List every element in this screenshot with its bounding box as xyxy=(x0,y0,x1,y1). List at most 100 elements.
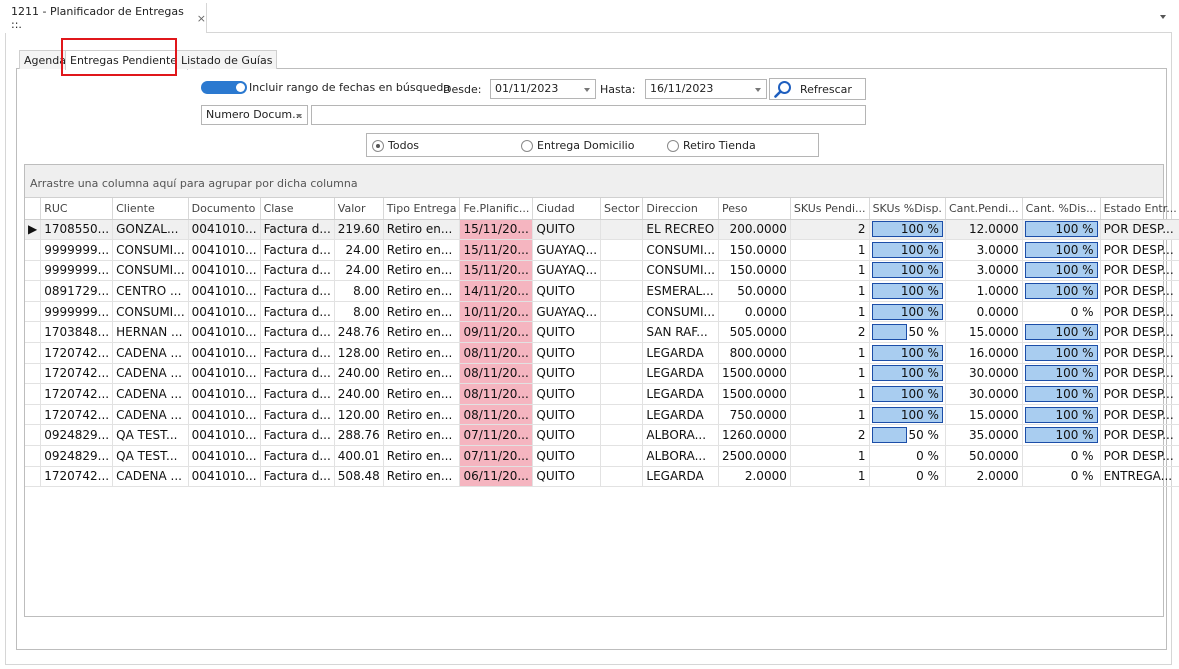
cell-ciudad[interactable]: GUAYAQ... xyxy=(532,239,602,261)
cell-cant-disp[interactable]: 100 % xyxy=(1022,260,1101,282)
cell-cant-pendiente[interactable]: 3.0000 xyxy=(945,239,1023,261)
table-row[interactable]: 0891729... CENTRO ... 0041010... Factura d.… xyxy=(25,280,1179,302)
cell-tipo-entrega[interactable]: Retiro en... xyxy=(383,260,461,282)
tab-entregas-pendientes[interactable]: Entregas Pendientes xyxy=(65,50,188,70)
search-field-select[interactable]: Numero Docum... xyxy=(201,105,308,125)
cell-tipo-entrega[interactable]: Retiro en... xyxy=(383,321,461,344)
cell-valor[interactable]: 240.00 xyxy=(334,383,384,405)
cell-sector[interactable] xyxy=(600,466,644,488)
cell-cant-disp[interactable]: 0 % xyxy=(1022,466,1101,488)
row-indicator[interactable] xyxy=(25,301,42,323)
column-header-ruc[interactable]: RUC xyxy=(40,198,114,220)
cell-skus-disp[interactable]: 100 % xyxy=(869,219,946,241)
cell-cliente[interactable]: CADENA ... xyxy=(112,404,189,426)
cell-clase[interactable]: Factura d... xyxy=(260,424,335,447)
radio-retiro-tienda[interactable]: Retiro Tienda xyxy=(667,139,756,152)
radio-entrega-domicilio[interactable]: Entrega Domicilio xyxy=(521,139,634,152)
cell-valor[interactable]: 240.00 xyxy=(334,363,384,385)
cell-documento[interactable]: 0041010... xyxy=(188,280,261,302)
table-row[interactable]: 1720742... CADENA ... 0041010... Factura d.… xyxy=(25,383,1179,405)
row-indicator[interactable] xyxy=(25,466,42,488)
cell-skus-pendientes[interactable]: 1 xyxy=(790,466,870,488)
cell-cliente[interactable]: CONSUMI... xyxy=(112,239,189,261)
table-row[interactable]: 1720742... CADENA ... 0041010... Factura d.… xyxy=(25,404,1179,426)
cell-estado-entrega[interactable]: POR DESP... xyxy=(1100,424,1179,447)
cell-cant-disp[interactable]: 100 % xyxy=(1022,363,1101,385)
desde-date-picker[interactable]: 01/11/2023 xyxy=(490,79,596,99)
cell-sector[interactable] xyxy=(600,321,644,344)
document-tab[interactable]: 1211 - Planificador de Entregas ::. × xyxy=(5,3,207,33)
row-indicator[interactable] xyxy=(25,260,42,282)
cell-peso[interactable]: 50.0000 xyxy=(718,280,791,302)
cell-sector[interactable] xyxy=(600,342,644,364)
cell-peso[interactable]: 2500.0000 xyxy=(718,445,791,467)
cell-skus-disp[interactable]: 0 % xyxy=(869,445,946,467)
cell-sector[interactable] xyxy=(600,445,644,467)
cell-fe-planificada[interactable]: 08/11/20... xyxy=(459,363,534,385)
row-indicator[interactable] xyxy=(25,404,42,426)
cell-ciudad[interactable]: QUITO xyxy=(532,424,602,447)
cell-cliente[interactable]: CADENA ... xyxy=(112,342,189,364)
cell-documento[interactable]: 0041010... xyxy=(188,301,261,323)
cell-cant-pendiente[interactable]: 15.0000 xyxy=(945,404,1023,426)
cell-direccion[interactable]: LEGARDA xyxy=(642,342,719,364)
cell-skus-disp[interactable]: 100 % xyxy=(869,363,946,385)
row-indicator[interactable] xyxy=(25,342,42,364)
cell-cliente[interactable]: CADENA ... xyxy=(112,383,189,405)
cell-valor[interactable]: 288.76 xyxy=(334,424,384,447)
cell-tipo-entrega[interactable]: Retiro en... xyxy=(383,363,461,385)
cell-cant-disp[interactable]: 100 % xyxy=(1022,321,1101,344)
row-indicator[interactable] xyxy=(25,280,42,302)
cell-cant-disp[interactable]: 0 % xyxy=(1022,445,1101,467)
cell-sector[interactable] xyxy=(600,219,644,241)
cell-estado-entrega[interactable]: POR DESP... xyxy=(1100,445,1179,467)
cell-documento[interactable]: 0041010... xyxy=(188,404,261,426)
table-row[interactable]: 1720742... CADENA ... 0041010... Factura d.… xyxy=(25,342,1179,364)
cell-skus-disp[interactable]: 100 % xyxy=(869,342,946,364)
cell-skus-disp[interactable]: 100 % xyxy=(869,404,946,426)
cell-direccion[interactable]: ESMERAL... xyxy=(642,280,719,302)
cell-estado-entrega[interactable]: POR DESP... xyxy=(1100,363,1179,385)
cell-skus-pendientes[interactable]: 1 xyxy=(790,301,870,323)
table-row[interactable]: 0924829... QA TEST... 0041010... Factura d.… xyxy=(25,445,1179,467)
cell-peso[interactable]: 150.0000 xyxy=(718,239,791,261)
cell-valor[interactable]: 120.00 xyxy=(334,404,384,426)
cell-cant-disp[interactable]: 100 % xyxy=(1022,239,1101,261)
cell-estado-entrega[interactable]: POR DESP... xyxy=(1100,239,1179,261)
cell-ciudad[interactable]: QUITO xyxy=(532,363,602,385)
cell-cant-pendiente[interactable]: 30.0000 xyxy=(945,363,1023,385)
cell-ciudad[interactable]: QUITO xyxy=(532,404,602,426)
row-indicator[interactable] xyxy=(25,321,42,344)
radio-todos[interactable]: Todos xyxy=(372,139,419,152)
cell-fe-planificada[interactable]: 15/11/20... xyxy=(459,219,534,241)
cell-clase[interactable]: Factura d... xyxy=(260,466,335,488)
cell-documento[interactable]: 0041010... xyxy=(188,260,261,282)
row-indicator[interactable] xyxy=(25,363,42,385)
cell-documento[interactable]: 0041010... xyxy=(188,383,261,405)
cell-tipo-entrega[interactable]: Retiro en... xyxy=(383,404,461,426)
table-row[interactable]: 9999999... CONSUMI... 0041010... Factura d.… xyxy=(25,301,1179,323)
cell-direccion[interactable]: ALBORA... xyxy=(642,424,719,447)
cell-valor[interactable]: 248.76 xyxy=(334,321,384,344)
cell-peso[interactable]: 800.0000 xyxy=(718,342,791,364)
cell-peso[interactable]: 750.0000 xyxy=(718,404,791,426)
cell-cant-disp[interactable]: 100 % xyxy=(1022,424,1101,447)
column-header-sector[interactable]: Sector xyxy=(600,198,644,220)
cell-valor[interactable]: 8.00 xyxy=(334,301,384,323)
tab-listado-guias[interactable]: Listado de Guías xyxy=(176,50,278,69)
cell-ruc[interactable]: 9999999... xyxy=(40,301,114,323)
cell-documento[interactable]: 0041010... xyxy=(188,342,261,364)
cell-tipo-entrega[interactable]: Retiro en... xyxy=(383,301,461,323)
cell-fe-planificada[interactable]: 08/11/20... xyxy=(459,404,534,426)
cell-ruc[interactable]: 1720742... xyxy=(40,404,114,426)
cell-tipo-entrega[interactable]: Retiro en... xyxy=(383,239,461,261)
cell-tipo-entrega[interactable]: Retiro en... xyxy=(383,445,461,467)
table-row[interactable]: ▶ 1708550... GONZAL... 0041010... Factura d.… xyxy=(25,219,1179,241)
cell-peso[interactable]: 0.0000 xyxy=(718,301,791,323)
refresh-button[interactable]: Refrescar xyxy=(769,78,866,100)
cell-ciudad[interactable]: QUITO xyxy=(532,383,602,405)
cell-ruc[interactable]: 0924829... xyxy=(40,445,114,467)
cell-fe-planificada[interactable]: 07/11/20... xyxy=(459,424,534,447)
cell-clase[interactable]: Factura d... xyxy=(260,363,335,385)
cell-sector[interactable] xyxy=(600,301,644,323)
